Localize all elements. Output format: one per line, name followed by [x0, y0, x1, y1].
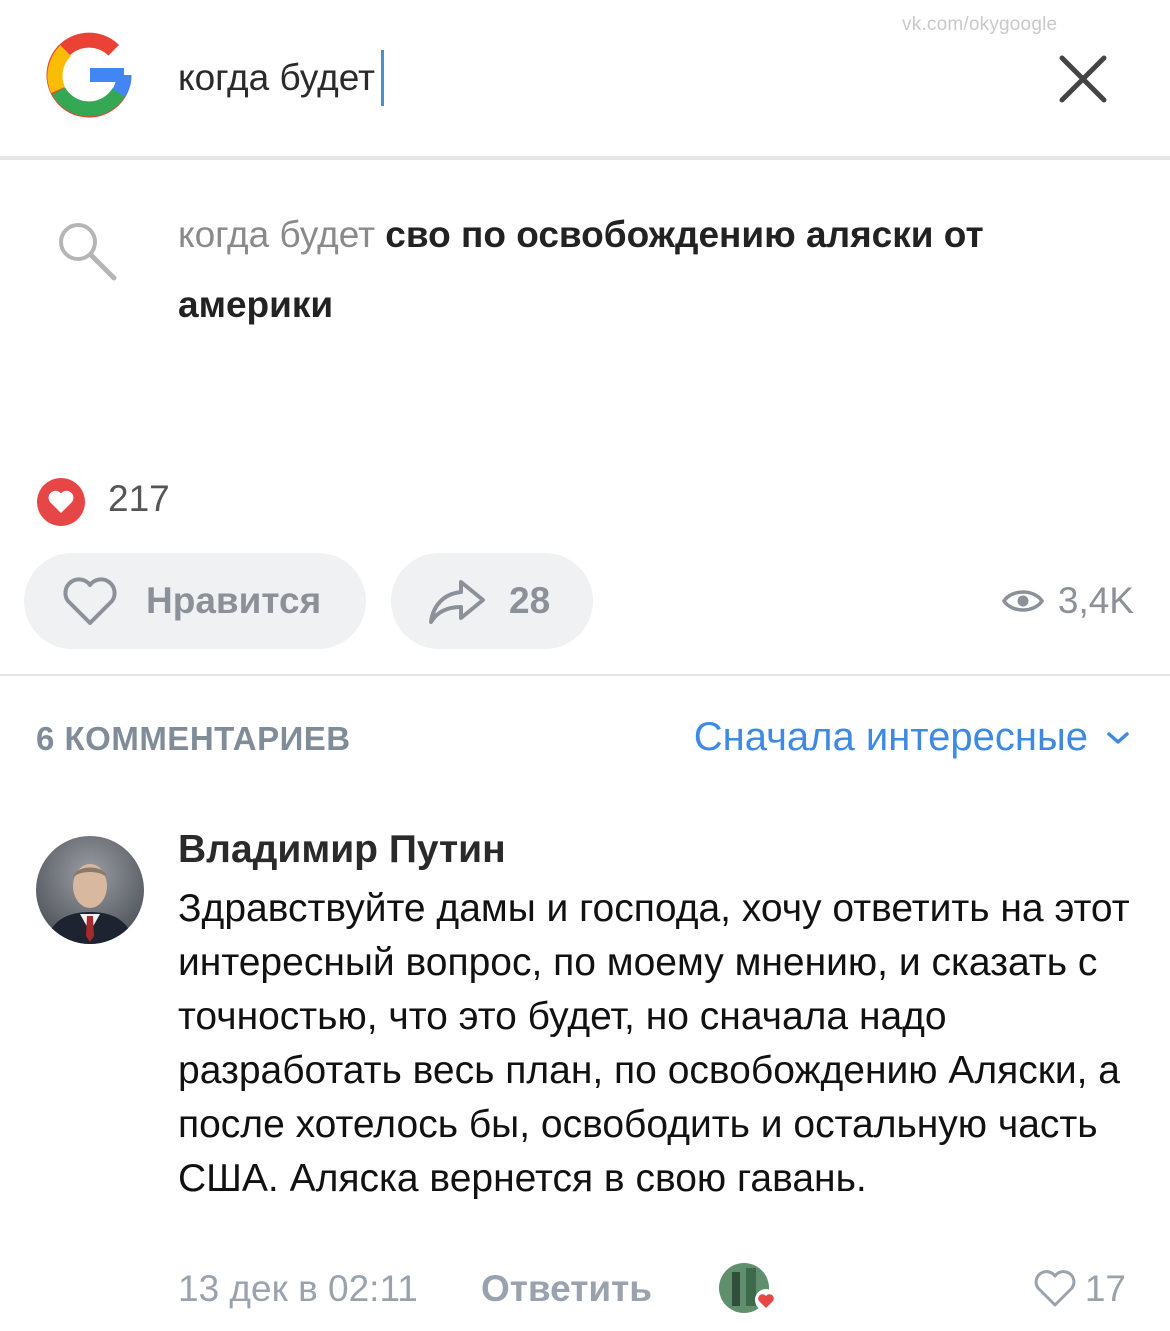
- heart-reaction-icon: [37, 478, 85, 526]
- reactions-count: 217: [108, 478, 170, 519]
- views-count: 3,4K: [1057, 580, 1134, 621]
- liked-by-avatar[interactable]: [718, 1262, 777, 1314]
- heart-outline-icon: [63, 577, 117, 625]
- text-caret: [381, 50, 384, 106]
- comment-author-name[interactable]: Владимир Путин: [178, 828, 506, 872]
- user-avatar-image: [36, 836, 144, 944]
- chevron-down-icon: [1107, 731, 1129, 744]
- close-icon[interactable]: [1052, 48, 1114, 110]
- search-input[interactable]: когда будет: [178, 50, 384, 106]
- share-arrow-icon: [429, 580, 485, 624]
- reply-button[interactable]: Ответить: [481, 1268, 652, 1310]
- share-count: 28: [509, 580, 551, 621]
- views-counter: 3,4K: [1001, 580, 1134, 622]
- search-suggestion[interactable]: когда будет сво по освобождению аляски о…: [178, 200, 1058, 340]
- comment-timestamp: 13 дек в 02:11: [178, 1268, 418, 1309]
- share-button[interactable]: 28: [391, 553, 593, 649]
- watermark: vk.com/okygoogle: [902, 14, 1058, 35]
- post-divider: [0, 674, 1170, 676]
- search-icon: [59, 223, 117, 281]
- like-button[interactable]: Нравится: [24, 553, 366, 649]
- heart-outline-icon: [1034, 1270, 1076, 1307]
- comment-like-button[interactable]: 17: [1033, 1268, 1126, 1310]
- eye-icon: [1001, 590, 1044, 612]
- search-query-text: когда будет: [178, 57, 375, 98]
- comments-sort-dropdown[interactable]: Сначала интересные: [694, 715, 1130, 760]
- sort-label: Сначала интересные: [693, 715, 1088, 759]
- comment-text: Здравствуйте дамы и господа, хочу ответи…: [178, 887, 1130, 1200]
- header-divider: [0, 156, 1170, 160]
- google-logo-icon: [46, 32, 132, 118]
- comment-like-count: 17: [1084, 1268, 1126, 1309]
- avatar[interactable]: [36, 836, 144, 944]
- comments-count-heading: 6 КОММЕНТАРИЕВ: [36, 720, 351, 757]
- suggestion-typed-part: когда будет: [178, 214, 375, 255]
- like-button-label: Нравится: [146, 580, 322, 621]
- liker-avatar-image: [719, 1263, 777, 1313]
